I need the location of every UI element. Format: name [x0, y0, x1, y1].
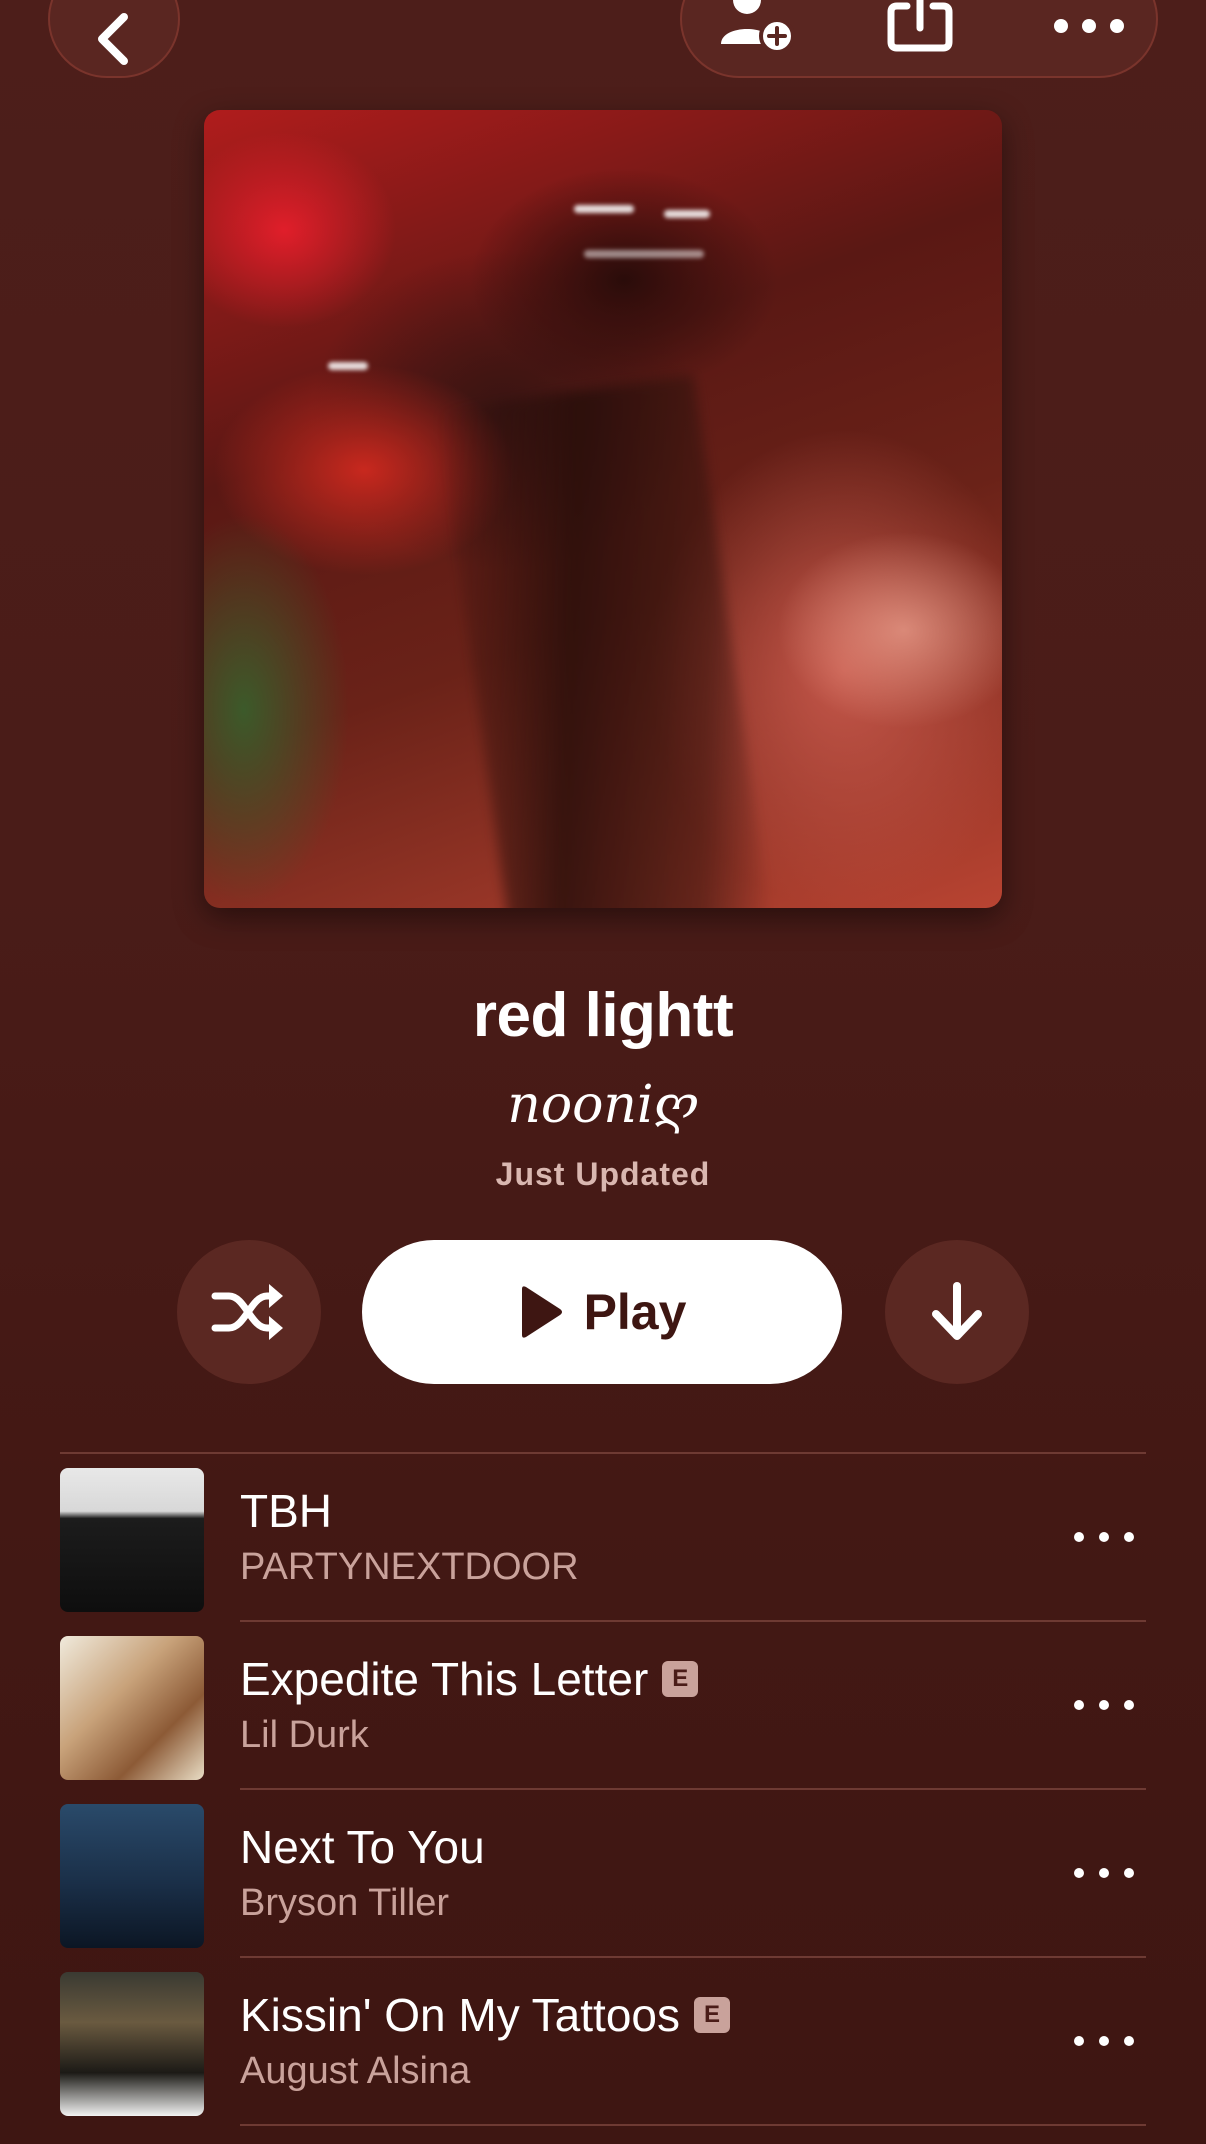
share-icon [887, 0, 953, 52]
download-icon [932, 1282, 982, 1340]
track-artist: August Alsina [240, 2050, 471, 2092]
track-more-button[interactable] [1074, 2026, 1134, 2056]
light-streak [584, 250, 704, 258]
track-artist: Lil Durk [240, 1714, 369, 1756]
share-button[interactable] [875, 0, 965, 52]
track-row[interactable]: Expedite This Letter E Lil Durk [0, 1622, 1206, 1790]
track-artist: Bryson Tiller [240, 1882, 450, 1924]
track-title: TBH [240, 1485, 332, 1537]
track-artwork [60, 1804, 204, 1948]
playlist-artwork [204, 110, 1002, 908]
track-more-button[interactable] [1074, 1858, 1134, 1888]
shuffle-icon [211, 1284, 283, 1340]
shuffle-button[interactable] [177, 1240, 321, 1384]
track-title: Expedite This Letter E [240, 1652, 699, 1706]
add-collaborator-button[interactable] [712, 0, 802, 52]
add-collaborator-icon [721, 0, 795, 52]
track-title: Next To You [240, 1821, 485, 1873]
download-button[interactable] [885, 1240, 1029, 1384]
play-icon [521, 1286, 562, 1338]
playlist-screen: red lightt nooniღ Just Updated Play TBH … [0, 0, 1206, 2144]
chevron-left-icon [98, 13, 128, 65]
back-button[interactable] [48, 0, 180, 78]
more-options-button[interactable] [1044, 0, 1134, 52]
playlist-actions [680, 0, 1158, 78]
track-more-button[interactable] [1074, 1690, 1134, 1720]
playlist-curator[interactable]: nooniღ [0, 1075, 1206, 1135]
explicit-badge: E [662, 1661, 699, 1697]
track-row[interactable]: Next To You Bryson Tiller [0, 1790, 1206, 1958]
explicit-badge: E [694, 1997, 730, 2033]
more-icon [1054, 19, 1124, 33]
update-status: Just Updated [495, 1156, 711, 1192]
artwork-shadow [436, 374, 772, 908]
track-artwork [60, 1636, 204, 1780]
light-streak [664, 210, 710, 218]
play-button[interactable]: Play [362, 1240, 842, 1384]
track-more-button[interactable] [1074, 1522, 1134, 1552]
light-streak [328, 362, 368, 370]
track-row[interactable]: TBH PARTYNEXTDOOR [0, 1454, 1206, 1622]
play-label: Play [583, 1284, 687, 1340]
track-artwork [60, 1468, 204, 1612]
playlist-title: red lightt [472, 981, 734, 1050]
light-streak [574, 205, 634, 213]
row-divider [240, 2124, 1146, 2126]
track-title: Kissin' On My Tattoos E [240, 1988, 730, 2042]
track-artist: PARTYNEXTDOOR [240, 1546, 579, 1588]
track-artwork [60, 1972, 204, 2116]
track-row[interactable]: Kissin' On My Tattoos E August Alsina [0, 1958, 1206, 2126]
